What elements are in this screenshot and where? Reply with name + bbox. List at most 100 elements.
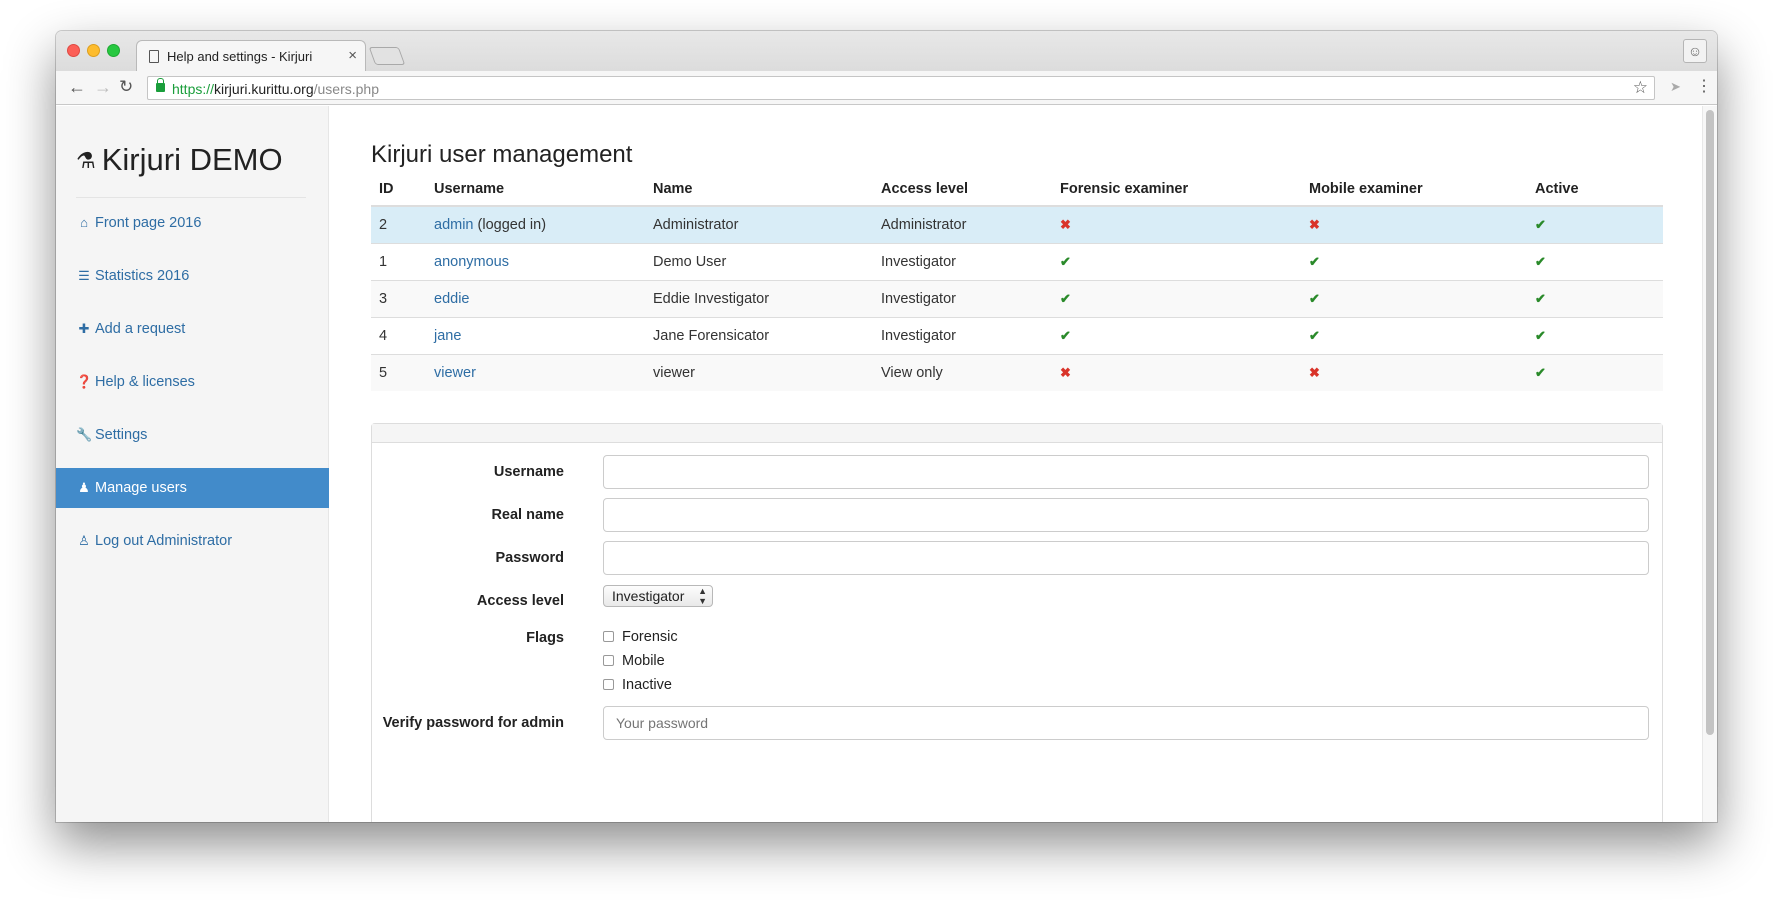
panel-heading xyxy=(372,424,1662,443)
username-input[interactable] xyxy=(603,455,1649,489)
menu-icon[interactable]: ⋮ xyxy=(1696,76,1712,96)
main-content: Kirjuri user management ID Username Name… xyxy=(371,106,1671,822)
page-content: ⚗ Kirjuri DEMO ⌂ Front page 2016 ☰ Statisti… xyxy=(56,106,1717,822)
flag-inactive[interactable]: Inactive xyxy=(603,677,672,697)
new-tab-button[interactable] xyxy=(368,47,406,65)
brand[interactable]: ⚗ Kirjuri DEMO xyxy=(76,142,283,178)
forward-icon[interactable]: → xyxy=(94,76,112,98)
column-header: Forensic examiner xyxy=(1052,172,1301,207)
username-link[interactable]: jane xyxy=(434,328,461,344)
mobile-checkbox[interactable] xyxy=(603,655,614,666)
username-link[interactable]: eddie xyxy=(434,291,469,307)
users-table: ID Username Name Access level Forensic e… xyxy=(371,172,1663,391)
access-level-cell: Investigator xyxy=(873,279,1052,317)
check-icon: ✔ xyxy=(1535,216,1546,232)
url-path: /users.php xyxy=(313,81,379,97)
column-header: ID xyxy=(371,172,426,207)
name-cell: Demo User xyxy=(645,242,873,280)
window-maximize-button[interactable] xyxy=(107,44,120,57)
sidebar-item-label: Log out Administrator xyxy=(95,533,233,549)
select-arrows-icon: ▲ ▼ xyxy=(698,586,707,606)
table-row: 4 jane Jane Forensicator Investigator ✔ ✔ ✔ xyxy=(371,316,1663,354)
username-cell: anonymous xyxy=(426,242,645,280)
active-cell: ✔ xyxy=(1527,205,1663,243)
username-label: Username xyxy=(493,464,564,480)
back-icon[interactable]: ← xyxy=(68,76,86,98)
sidebar-item-help[interactable]: ❓ Help & licenses xyxy=(56,362,329,402)
flag-label: Forensic xyxy=(622,629,678,645)
flag-forensic[interactable]: Forensic xyxy=(603,629,678,649)
active-cell: ✔ xyxy=(1527,316,1663,354)
check-icon: ✔ xyxy=(1535,253,1546,269)
access-level-cell: View only xyxy=(873,353,1052,391)
sidebar-item-label: Add a request xyxy=(95,321,186,337)
table-row: 2 admin (logged in) Administrator Administr… xyxy=(371,205,1663,243)
extension-icon[interactable]: ➤ xyxy=(1670,79,1681,95)
access-level-select[interactable]: Investigator ▲ ▼ xyxy=(603,585,713,607)
brand-title: Kirjuri DEMO xyxy=(101,142,283,177)
sidebar-item-label: Statistics 2016 xyxy=(95,268,190,284)
list-icon: ☰ xyxy=(78,268,90,283)
name-cell: Administrator xyxy=(645,205,873,243)
access-level-cell: Investigator xyxy=(873,242,1052,280)
window-close-button[interactable] xyxy=(67,44,80,57)
inactive-checkbox[interactable] xyxy=(603,679,614,690)
title-bar: Help and settings - Kirjuri × ☺ xyxy=(56,31,1717,71)
star-icon[interactable]: ☆ xyxy=(1633,78,1648,98)
check-icon: ✔ xyxy=(1060,327,1071,343)
column-header: Name xyxy=(645,172,873,207)
access-level-cell: Administrator xyxy=(873,205,1052,243)
active-cell: ✔ xyxy=(1527,242,1663,280)
scrollbar[interactable] xyxy=(1702,106,1717,822)
sidebar-item-manage-users[interactable]: ♟ Manage users xyxy=(56,468,329,508)
address-bar[interactable]: https://kirjuri.kurittu.org/users.php ☆ xyxy=(147,76,1655,100)
page-title: Kirjuri user management xyxy=(371,141,633,168)
password-input[interactable] xyxy=(603,541,1649,575)
tab-close-icon[interactable]: × xyxy=(348,47,357,64)
verify-password-input[interactable] xyxy=(603,706,1649,740)
window-minimize-button[interactable] xyxy=(87,44,100,57)
wrench-icon: 🔧 xyxy=(76,427,93,442)
browser-toolbar: ← → ↻ https://kirjuri.kurittu.org/users.… xyxy=(56,71,1717,105)
profile-icon[interactable]: ☺ xyxy=(1683,39,1707,63)
page-icon xyxy=(149,50,159,63)
browser-tab[interactable]: Help and settings - Kirjuri × xyxy=(136,40,366,71)
url-host: kirjuri.kurittu.org xyxy=(214,81,314,97)
column-header: Active xyxy=(1527,172,1663,207)
forensic-checkbox[interactable] xyxy=(603,631,614,642)
username-link[interactable]: admin xyxy=(434,217,474,233)
user-icon: ♙ xyxy=(78,533,90,548)
sidebar-item-add-request[interactable]: ✚ Add a request xyxy=(56,309,329,349)
flag-label: Mobile xyxy=(622,653,665,669)
microscope-icon: ⚗ xyxy=(76,148,96,173)
url-text: https://kirjuri.kurittu.org/users.php xyxy=(172,81,379,97)
check-icon: ✔ xyxy=(1309,290,1320,306)
sidebar-item-statistics[interactable]: ☰ Statistics 2016 xyxy=(56,256,329,296)
access-level-selected: Investigator xyxy=(612,588,685,604)
check-icon: ✔ xyxy=(1535,327,1546,343)
forensic-cell: ✖ xyxy=(1052,353,1301,391)
username-link[interactable]: anonymous xyxy=(434,254,509,270)
url-scheme: https:// xyxy=(172,81,215,97)
reload-icon[interactable]: ↻ xyxy=(119,76,133,98)
flag-label: Inactive xyxy=(622,677,672,693)
username-cell: viewer xyxy=(426,353,645,391)
active-cell: ✔ xyxy=(1527,353,1663,391)
user-id-cell: 2 xyxy=(371,205,426,243)
mobile-cell: ✖ xyxy=(1301,205,1527,243)
tab-title: Help and settings - Kirjuri xyxy=(167,49,313,64)
sidebar-item-settings[interactable]: 🔧 Settings xyxy=(56,415,329,455)
scrollbar-thumb[interactable] xyxy=(1706,110,1714,735)
sidebar-item-logout[interactable]: ♙ Log out Administrator xyxy=(56,521,329,561)
flag-mobile[interactable]: Mobile xyxy=(603,653,665,673)
sidebar-item-label: Manage users xyxy=(95,480,187,496)
realname-input[interactable] xyxy=(603,498,1649,532)
username-link[interactable]: viewer xyxy=(434,365,476,381)
check-icon: ✔ xyxy=(1535,290,1546,306)
sidebar-item-front-page[interactable]: ⌂ Front page 2016 xyxy=(56,203,329,243)
password-label: Password xyxy=(495,550,565,566)
mobile-cell: ✖ xyxy=(1301,353,1527,391)
sidebar-item-label: Front page 2016 xyxy=(95,215,202,231)
flags-label: Flags xyxy=(526,630,564,646)
name-cell: viewer xyxy=(645,353,873,391)
